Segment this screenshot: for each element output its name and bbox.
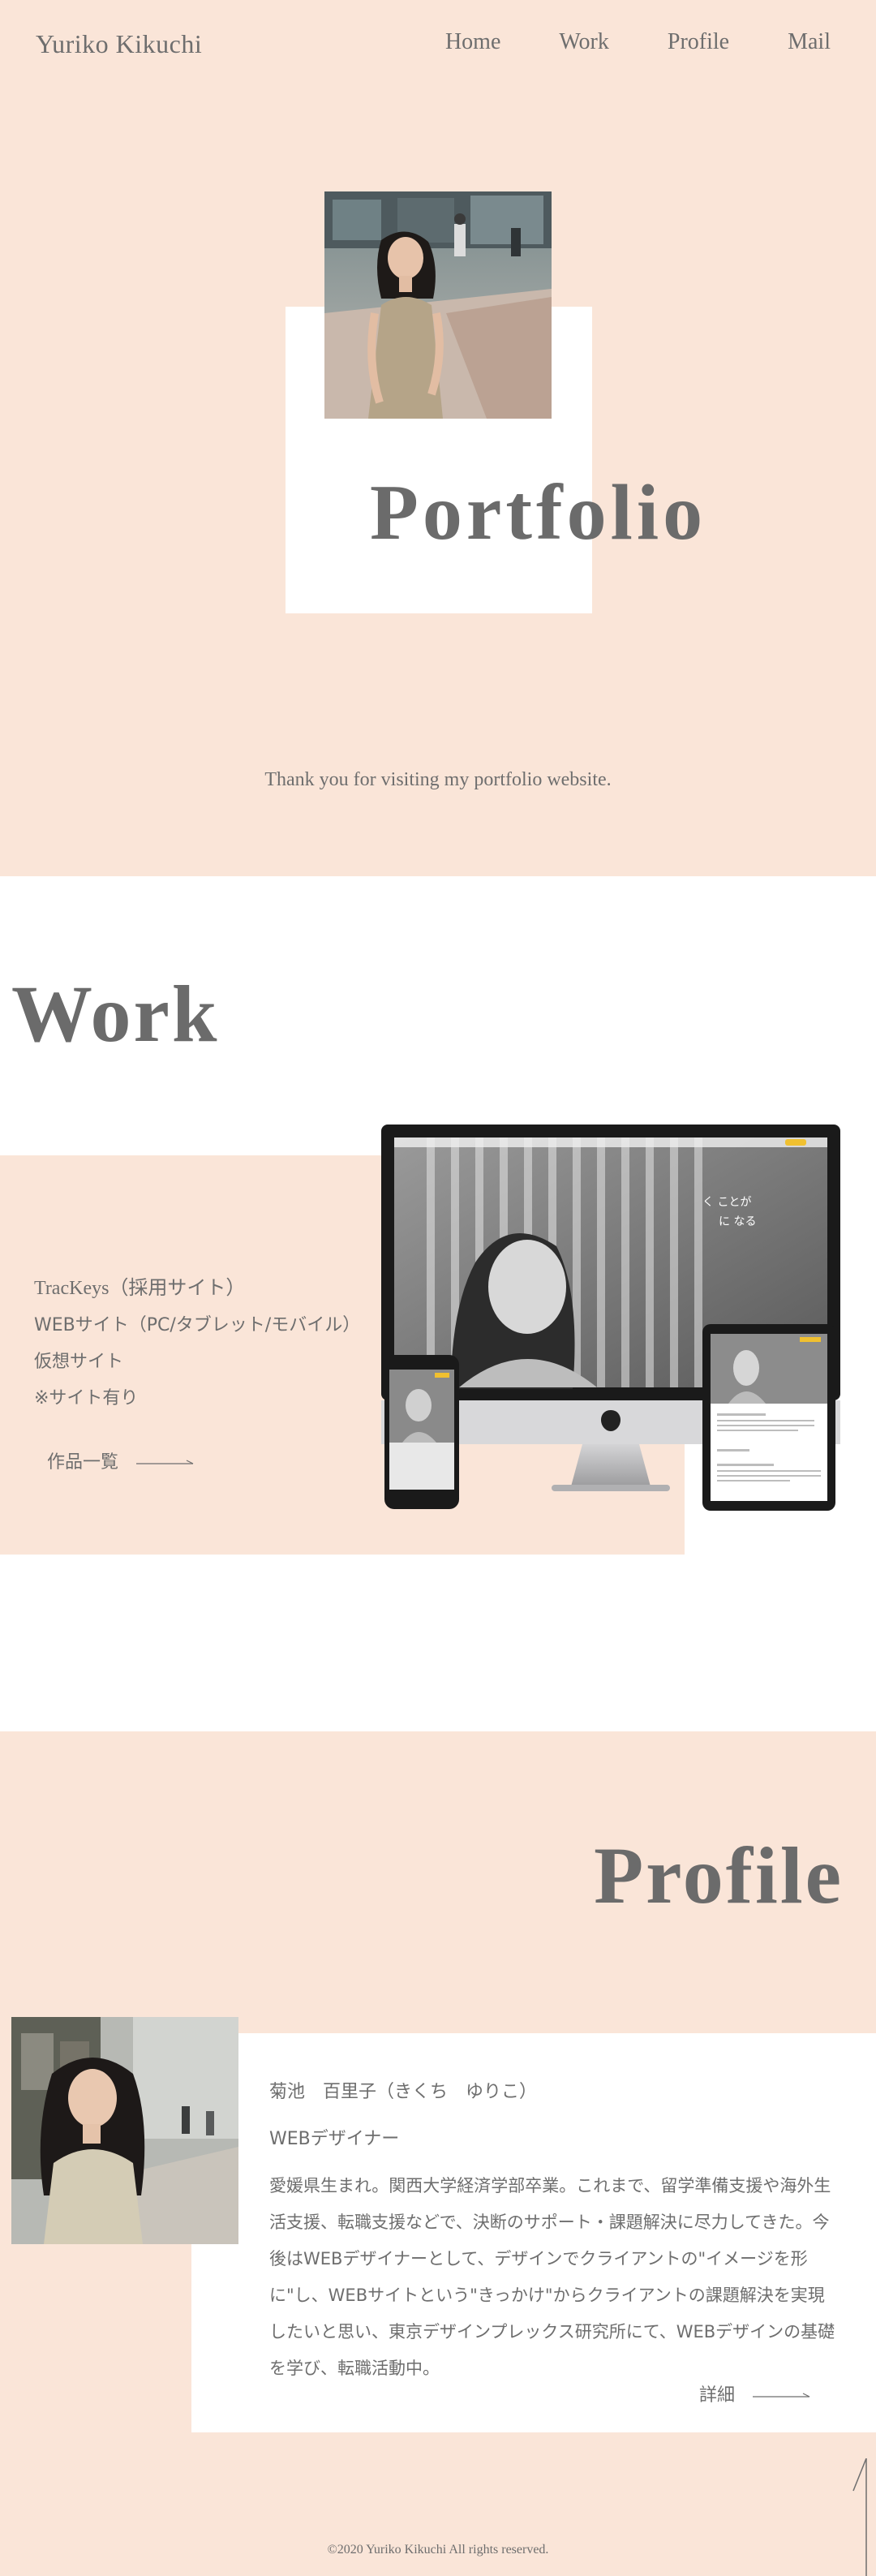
hero-subtitle: Thank you for visiting my portfolio webs…: [264, 769, 612, 790]
site-logo[interactable]: Yuriko Kikuchi: [36, 29, 202, 59]
work-list: TracKeys（採用サイト） WEBサイト（PC/タブレット/モバイル） 仮想…: [34, 1271, 360, 1417]
profile-portrait-photo: [11, 2017, 238, 2244]
work-list-link[interactable]: 作品一覧: [47, 1447, 195, 1473]
footer-copyright: ©2020 Yuriko Kikuchi All rights reserved…: [327, 2543, 549, 2557]
work-list-link-label: 作品一覧: [47, 1452, 119, 1473]
work-item: 仮想サイト: [34, 1352, 124, 1372]
main-nav: Home Work Profile Mail: [445, 29, 831, 55]
profile-detail-label: 詳細: [699, 2385, 736, 2406]
profile-bio: 愛媛県生まれ。関西大学経済学部卒業。これまで、留学準備支援や海外生活支援、転職支…: [269, 2176, 835, 2378]
profile-name: 菊池 百里子（きくち ゆりこ）: [269, 2082, 538, 2102]
work-item: WEBサイト（PC/タブレット/モバイル）: [34, 1315, 361, 1335]
hero-portrait-photo: [324, 191, 552, 419]
arrow-right-icon: [136, 1451, 195, 1471]
nav-home[interactable]: Home: [445, 29, 500, 55]
arrow-right-icon: [753, 2384, 811, 2404]
nav-work[interactable]: Work: [559, 29, 609, 55]
nav-mail[interactable]: Mail: [788, 29, 831, 55]
hero-title: Portfolio: [370, 469, 707, 557]
nav-profile[interactable]: Profile: [668, 29, 729, 55]
work-item: ※サイト有り: [34, 1388, 139, 1408]
work-item: TracKeys（採用サイト）: [34, 1278, 246, 1299]
scroll-top-icon[interactable]: [852, 2458, 868, 2576]
screen-text: に なる: [719, 1215, 756, 1228]
profile-detail-link[interactable]: 詳細: [699, 2380, 811, 2406]
profile-heading: Profile: [594, 1830, 844, 1920]
device-mockup-image[interactable]: く ことが に なる: [378, 1125, 847, 1511]
profile-role: WEBデザイナー: [269, 2129, 400, 2149]
work-heading: Work: [11, 969, 220, 1059]
screen-text: く ことが: [702, 1196, 751, 1209]
